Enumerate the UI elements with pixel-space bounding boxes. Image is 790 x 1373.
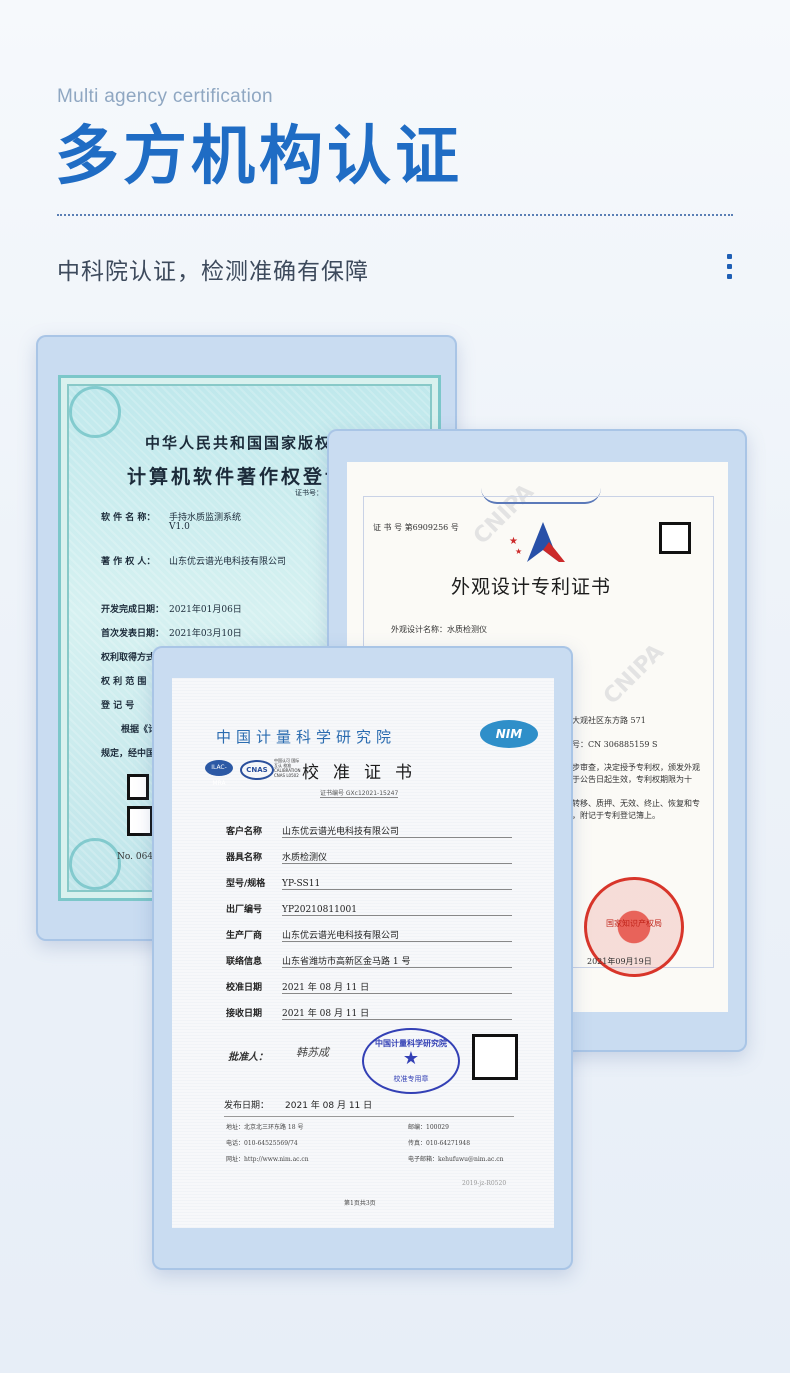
calibration-row: 型号/规格 YP-SS11 bbox=[226, 876, 516, 890]
footer-fax: 传真：010-64271948 bbox=[408, 1140, 471, 1147]
calibration-cert: 中国计量科学研究院 NIM ILAC-MRA CNAS 中国认可 国际互认 校准… bbox=[172, 678, 554, 1228]
patent-line: 于公告日起生效，专利权期限为十 bbox=[572, 775, 692, 784]
qr-code-icon bbox=[659, 522, 691, 554]
cert-row: V1.0 bbox=[169, 522, 190, 532]
footer-email: 电子邮箱：kehufuwu@nim.ac.cn bbox=[408, 1156, 504, 1163]
cnas-logo-icon: CNAS bbox=[240, 760, 274, 780]
svg-text:★: ★ bbox=[515, 547, 522, 556]
cnas-sub: 中国认可 国际互认 校准 CALIBRATION CNAS L0502 bbox=[274, 758, 301, 778]
subtitle-en: Multi agency certification bbox=[57, 86, 273, 107]
footer-address: 地址：北京北三环东路 18 号 bbox=[226, 1124, 304, 1131]
star-icon: ★ bbox=[402, 1048, 420, 1069]
dotted-divider bbox=[57, 214, 733, 216]
cert-row: 开发完成日期： 2021年01月06日 bbox=[101, 605, 242, 615]
calibration-row: 校准日期 2021 年 08 月 11 日 bbox=[226, 980, 516, 994]
cert-row: 首次发表日期： 2021年03月10日 bbox=[101, 629, 242, 639]
footer-code: 2019-jz-R0520 bbox=[462, 1180, 507, 1187]
calibration-row: 生产厂商 山东优云谱光电科技有限公司 bbox=[226, 928, 516, 942]
patent-line: 转移、质押、无效、终止、恢复和专 bbox=[572, 799, 700, 808]
qr-code-icon bbox=[472, 1034, 518, 1080]
calibration-row: 客户名称 山东优云谱光电科技有限公司 bbox=[226, 824, 516, 838]
calibration-org: 中国计量科学研究院 bbox=[216, 728, 397, 746]
footer-page: 第1页共3页 bbox=[344, 1200, 376, 1207]
calibration-cert-no: 证书编号 GXc12021-15247 bbox=[320, 790, 399, 798]
footer-postcode: 邮编：100029 bbox=[408, 1124, 449, 1131]
patent-title: 外观设计专利证书 bbox=[451, 576, 612, 598]
ornament-icon bbox=[69, 838, 121, 890]
more-dots-icon[interactable] bbox=[727, 254, 733, 284]
cnipa-logo-icon: ★ ★ bbox=[509, 522, 565, 562]
ornament-icon bbox=[69, 386, 121, 438]
footer-phone: 电话：010-64525569/74 bbox=[226, 1140, 298, 1147]
nim-logo-icon: NIM bbox=[480, 720, 538, 748]
cert-row: 著 作 权 人： 山东优云谱光电科技有限公司 bbox=[101, 557, 287, 567]
cert-no-label: 证书号： bbox=[295, 489, 323, 497]
ilac-logo-icon: ILAC-MRA bbox=[205, 760, 233, 787]
barcode-icon bbox=[127, 774, 149, 800]
patent-design-name: 外观设计名称：水质检测仪 bbox=[391, 625, 487, 634]
patent-line: 号：CN 306885159 S bbox=[572, 740, 658, 749]
page-title: 多方机构认证 bbox=[55, 120, 463, 194]
software-cert-title1: 中华人民共和国国家版权 bbox=[145, 434, 333, 452]
svg-text:★: ★ bbox=[509, 536, 518, 547]
patent-date: 2021年09月19日 bbox=[587, 957, 652, 966]
calibration-row: 联络信息 山东省潍坊市高新区金马路 1 号 bbox=[226, 954, 516, 968]
patent-cert-no: 证 书 号 第6909256 号 bbox=[373, 523, 459, 532]
calibration-row: 接收日期 2021 年 08 月 11 日 bbox=[226, 1006, 516, 1020]
calibration-title: 校准证书 bbox=[302, 763, 426, 783]
calibration-cert-frame: 中国计量科学研究院 NIM ILAC-MRA CNAS 中国认可 国际互认 校准… bbox=[152, 646, 573, 1270]
blue-seal: 中国计量科学研究院 ★ 校准专用章 bbox=[362, 1028, 460, 1094]
patent-line: 大观社区东方路 571 bbox=[572, 716, 646, 725]
approver-label: 批准人： bbox=[228, 1052, 268, 1063]
page-description: 中科院认证，检测准确有保障 bbox=[57, 259, 369, 285]
issue-date: 发布日期： 2021 年 08 月 11 日 bbox=[224, 1101, 373, 1111]
software-cert-title2: 计算机软件著作权登记 bbox=[127, 466, 348, 488]
signature: 韩苏成 bbox=[296, 1046, 329, 1059]
footer-website: 网址：http://www.nim.ac.cn bbox=[226, 1156, 309, 1163]
patent-line: 步审查，决定授予专利权，颁发外观 bbox=[572, 763, 700, 772]
qr-code-icon bbox=[127, 806, 153, 836]
divider bbox=[224, 1116, 514, 1117]
calibration-row: 出厂编号 YP20210811001 bbox=[226, 902, 516, 916]
calibration-row: 器具名称 水质检测仪 bbox=[226, 850, 516, 864]
patent-line: ，附记于专利登记簿上。 bbox=[572, 811, 660, 820]
